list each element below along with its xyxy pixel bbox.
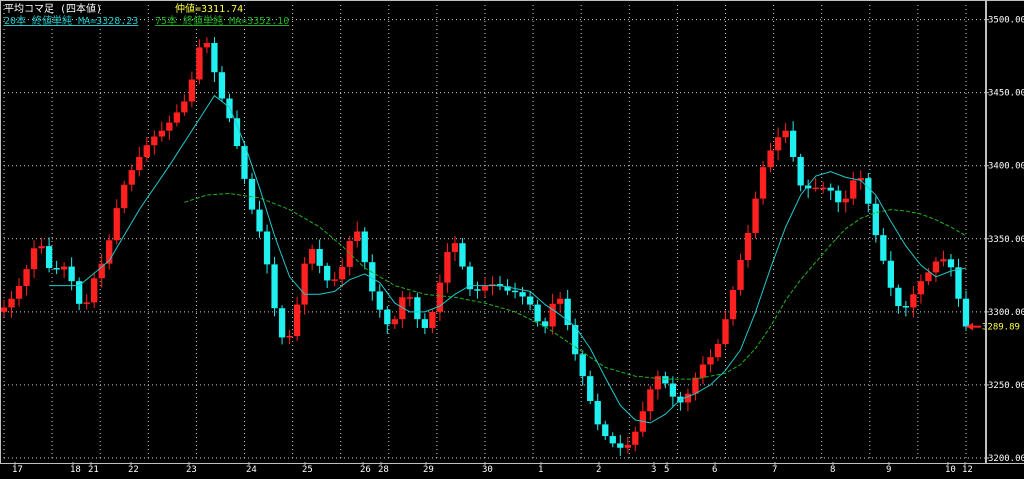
- plot-frame: [0, 0, 987, 464]
- x-tick-label: 26: [360, 465, 371, 475]
- x-tick-label: 25: [302, 465, 313, 475]
- x-tick-label: 5: [664, 465, 669, 475]
- x-tick-label: 21: [88, 465, 99, 475]
- x-tick-label: 9: [886, 465, 891, 475]
- x-tick-label: 22: [128, 465, 139, 475]
- x-tick-label: 24: [246, 465, 257, 475]
- x-tick-label: 29: [423, 465, 434, 475]
- x-tick-label: 6: [712, 465, 717, 475]
- x-tick-label: 23: [186, 465, 197, 475]
- ma20-legend: 20本 終値単純 MA=3328.23: [4, 16, 139, 27]
- x-tick-label: 3: [651, 465, 656, 475]
- x-tick-label: 10: [945, 465, 956, 475]
- x-tick-label: 7: [772, 465, 777, 475]
- mid-price-label: 仲値=3311.74: [175, 4, 244, 15]
- y-axis-frame: [985, 0, 1024, 464]
- x-tick-label: 2: [596, 465, 601, 475]
- x-tick-label: 18: [70, 465, 81, 475]
- chart-area: 3200.00 3250.00 3300.00 3350.00 3400.00 3450.…: [0, 0, 1024, 475]
- x-tick-label: 30: [482, 465, 493, 475]
- x-tick-label: 1: [538, 465, 543, 475]
- x-tick-label: 8: [830, 465, 835, 475]
- x-tick-label: 28: [378, 465, 389, 475]
- x-tick-label: 12: [962, 465, 973, 475]
- chart-title: 平均コマ足 (四本値): [4, 4, 103, 15]
- x-tick-label: 17: [12, 465, 23, 475]
- ma75-legend: 75本 終値単純 MA=3352.10: [155, 16, 290, 27]
